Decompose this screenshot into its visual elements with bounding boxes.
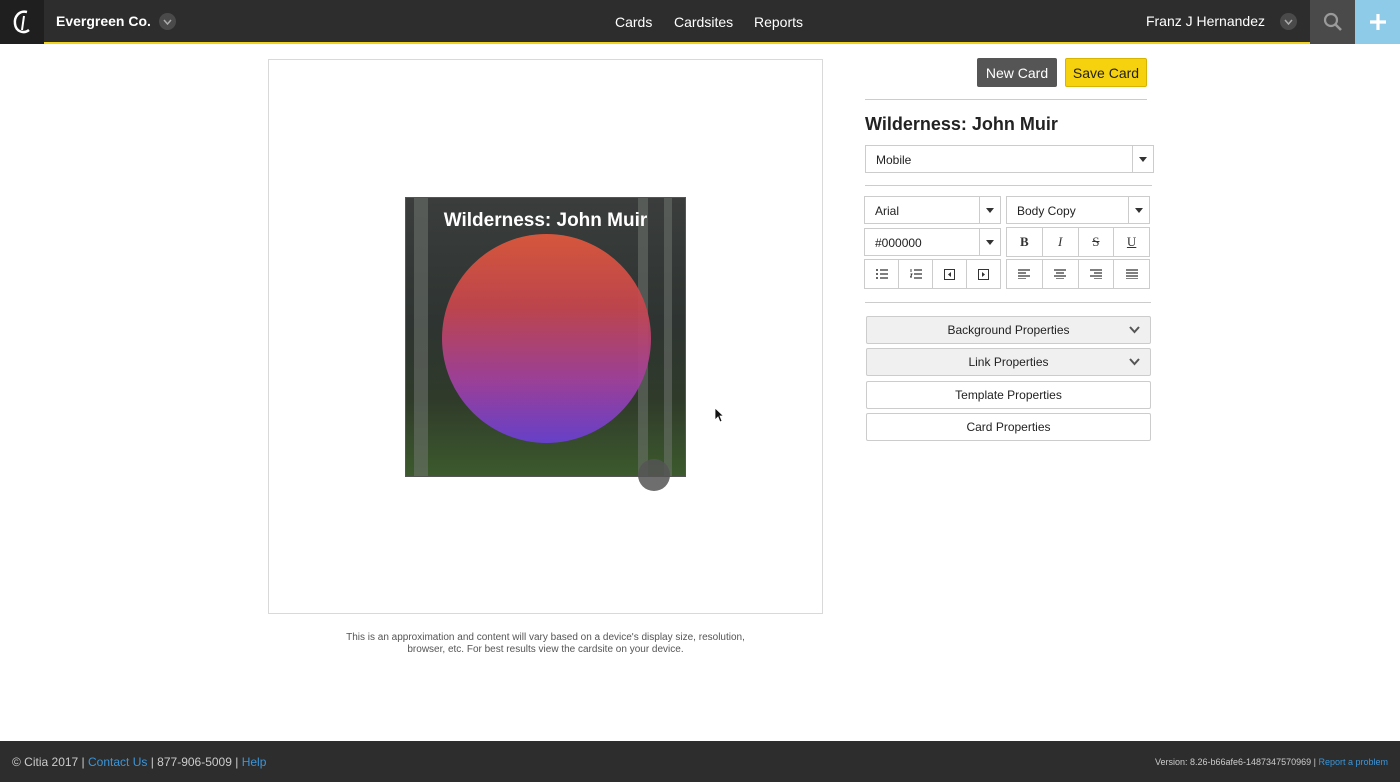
divider bbox=[865, 99, 1147, 100]
preview-disclaimer: This is an approximation and content wil… bbox=[346, 632, 745, 655]
footer-right: Version: 8.26-b66afe6-1487347570969 | Re… bbox=[1154, 757, 1388, 767]
color-select[interactable]: #000000 bbox=[864, 228, 1001, 256]
align-right-button[interactable] bbox=[1079, 260, 1115, 288]
accordion-link-properties[interactable]: Link Properties bbox=[866, 348, 1151, 376]
search-icon bbox=[1323, 12, 1342, 31]
card-title-text[interactable]: Wilderness: John Muir bbox=[406, 210, 685, 232]
text-style-select[interactable]: Body Copy bbox=[1006, 196, 1150, 224]
outdent-icon bbox=[944, 268, 955, 280]
caret-down-icon[interactable] bbox=[979, 197, 1000, 223]
divider bbox=[865, 185, 1152, 186]
align-right-icon bbox=[1089, 269, 1102, 279]
numbered-list-icon bbox=[909, 269, 922, 279]
mouse-cursor-icon bbox=[714, 407, 725, 428]
align-center-icon bbox=[1054, 269, 1067, 279]
chevron-down-icon bbox=[1129, 358, 1140, 366]
list-toolbar bbox=[864, 259, 1001, 289]
justify-icon bbox=[1125, 269, 1138, 279]
align-left-icon bbox=[1018, 269, 1031, 279]
italic-button[interactable]: I bbox=[1043, 228, 1079, 256]
save-card-button[interactable]: Save Card bbox=[1065, 58, 1147, 87]
device-select[interactable]: Mobile bbox=[865, 145, 1154, 173]
contact-us-link[interactable]: Contact Us bbox=[88, 755, 147, 769]
bullet-list-icon bbox=[875, 269, 888, 279]
caret-down-icon[interactable] bbox=[979, 229, 1000, 255]
footer: © Citia 2017 | Contact Us | 877-906-5009… bbox=[0, 741, 1400, 782]
add-button[interactable] bbox=[1355, 0, 1400, 44]
top-nav-bar: Evergreen Co. Cards Cardsites Reports Fr… bbox=[0, 0, 1400, 44]
chevron-down-icon bbox=[1129, 326, 1140, 334]
footer-left: © Citia 2017 | Contact Us | 877-906-5009… bbox=[12, 755, 267, 769]
align-left-button[interactable] bbox=[1007, 260, 1043, 288]
card-preview-image[interactable]: Wilderness: John Muir bbox=[405, 197, 686, 477]
nav-reports[interactable]: Reports bbox=[754, 14, 803, 30]
nav-cardsites[interactable]: Cardsites bbox=[674, 14, 733, 30]
bold-button[interactable]: B bbox=[1007, 228, 1043, 256]
accordion-background-properties[interactable]: Background Properties bbox=[866, 316, 1151, 344]
indent-button[interactable] bbox=[967, 260, 1000, 288]
font-select[interactable]: Arial bbox=[864, 196, 1001, 224]
user-dropdown-chevron-icon[interactable] bbox=[1280, 13, 1297, 30]
user-name[interactable]: Franz J Hernandez bbox=[1146, 13, 1265, 29]
search-button[interactable] bbox=[1310, 0, 1355, 44]
outdent-button[interactable] bbox=[933, 260, 967, 288]
bullet-list-button[interactable] bbox=[865, 260, 899, 288]
nav-cards[interactable]: Cards bbox=[615, 14, 652, 30]
org-name[interactable]: Evergreen Co. bbox=[56, 13, 151, 29]
plus-icon bbox=[1369, 14, 1386, 30]
gradient-circle bbox=[442, 234, 651, 443]
align-center-button[interactable] bbox=[1043, 260, 1079, 288]
accordion-template-properties[interactable]: Template Properties bbox=[866, 381, 1151, 409]
new-card-button[interactable]: New Card bbox=[977, 58, 1057, 87]
caret-down-icon[interactable] bbox=[1132, 146, 1153, 172]
numbered-list-button[interactable] bbox=[899, 260, 933, 288]
divider bbox=[865, 302, 1151, 303]
caret-down-icon[interactable] bbox=[1128, 197, 1149, 223]
justify-button[interactable] bbox=[1114, 260, 1149, 288]
version-text: Version: 8.26-b66afe6-1487347570969 bbox=[1154, 757, 1312, 767]
format-toolbar: B I S U bbox=[1006, 227, 1150, 257]
accordion-card-properties[interactable]: Card Properties bbox=[866, 413, 1151, 441]
drag-handle[interactable] bbox=[638, 459, 670, 491]
indent-icon bbox=[978, 268, 989, 280]
citia-logo-icon[interactable] bbox=[0, 0, 44, 44]
underline-button[interactable]: U bbox=[1114, 228, 1149, 256]
align-toolbar bbox=[1006, 259, 1150, 289]
panel-title: Wilderness: John Muir bbox=[865, 114, 1058, 134]
help-link[interactable]: Help bbox=[242, 755, 267, 769]
report-problem-link[interactable]: Report a problem bbox=[1318, 757, 1388, 767]
strikethrough-button[interactable]: S bbox=[1079, 228, 1115, 256]
org-dropdown-chevron-icon[interactable] bbox=[159, 13, 176, 30]
